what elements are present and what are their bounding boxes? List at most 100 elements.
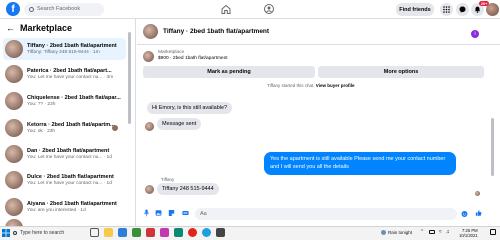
conversation-name: Paterica · 2bed 1bath flat/apart... (27, 68, 112, 74)
conversation-preview: You: Let me have your contact nu... · 1d (27, 181, 112, 186)
listing-thumbnail (5, 119, 23, 137)
conversation-name: Dulce · 2bed 1bath flat/apartment (27, 174, 114, 180)
conversation-item[interactable]: Dan · 2bed 1bath flat/apartment You: Let … (3, 143, 126, 165)
taskbar-app-icon[interactable] (174, 228, 183, 237)
taskbar-search-icon (13, 231, 17, 235)
conversation-name: Dan · 2bed 1bath flat/apartment (27, 148, 110, 154)
image-icon[interactable] (155, 209, 162, 217)
conversation-item[interactable]: Paterica · 2bed 1bath flat/apart... You: … (3, 63, 126, 85)
listing-thumbnail (5, 65, 23, 83)
view-buyer-profile-link[interactable]: View buyer profile (316, 83, 355, 88)
conversation-preview: You: ok · 23h (27, 129, 56, 134)
tray-chevron-icon[interactable]: ⌃ (420, 229, 424, 235)
weather-icon (381, 230, 386, 235)
listing-summary[interactable]: Marketplace $900 · 2bed 1bath flat/apart… (143, 50, 228, 62)
chat-started-notice: Tiffany started this chat. View buyer pr… (267, 83, 355, 88)
conversation-item[interactable]: Dulce · 2bed 1bath flat/apartment You: Le… (3, 169, 126, 191)
incoming-message: Message sent (157, 118, 202, 130)
messenger-icon (459, 6, 466, 13)
listing-thumbnail (5, 145, 23, 163)
groups-icon[interactable] (263, 3, 275, 15)
mark-as-pending-button[interactable]: Mark as pending (143, 66, 315, 78)
sender-avatar (145, 185, 154, 194)
conversation-item[interactable]: Tiffany · 2bed 1bath flat/apartment Tiffa… (3, 38, 126, 60)
weather-text[interactable]: Rain tonight (388, 230, 412, 235)
read-receipt-avatar (475, 191, 480, 196)
notifications-button[interactable]: 20+ (471, 1, 489, 16)
chat-scrollbar[interactable] (491, 80, 494, 198)
taskbar-app-icon[interactable] (216, 228, 225, 237)
conversation-item[interactable]: Ketorra · 2bed 1bath flat/apartm... You: … (3, 117, 126, 139)
info-icon[interactable]: i (471, 30, 479, 38)
message-input[interactable]: Aa (195, 208, 457, 220)
conversation-name: Aiyana · 2bed 1bath flat/apartment (27, 201, 117, 207)
taskbar-app-icon[interactable] (160, 228, 169, 237)
search-facebook-input[interactable]: Search Facebook (24, 2, 104, 16)
taskbar-search[interactable]: Type here to search (13, 228, 83, 238)
sender-avatar (145, 122, 154, 131)
listing-price: $900 · 2bed 1bath flat/apartment (158, 56, 228, 61)
clock-date[interactable]: 10/1/2021 (459, 233, 478, 238)
task-view-icon[interactable] (90, 228, 99, 237)
sender-name: Tiffany (161, 177, 175, 182)
volume-icon[interactable]: ♫ (446, 229, 450, 235)
find-friends-button[interactable]: Find friends (396, 3, 434, 16)
conversation-preview: You: Let me have your contact nu... · 1d (27, 155, 112, 160)
conversation-preview: You: Let me have your contact nu... · 3m (27, 75, 114, 80)
conversation-item[interactable]: Chiquelense · 2bed 1bath flat/apar... You… (3, 90, 126, 112)
outgoing-message: Yes the apartment is still available Ple… (264, 152, 456, 175)
listing-thumbnail (143, 50, 154, 62)
grid-menu-icon (443, 6, 450, 13)
incoming-message: Hi Emory, is this still available? (147, 102, 233, 114)
incoming-message: Tiffany 248 515-9444 (157, 183, 219, 195)
search-icon (29, 6, 34, 12)
home-icon[interactable] (220, 3, 232, 15)
conversation-name: Tiffany · 2bed 1bath flat/apartment (27, 43, 117, 49)
clock-time[interactable]: 7:25 PM (462, 228, 478, 233)
menu-button[interactable] (440, 3, 453, 16)
taskbar-search-placeholder: Type here to search (20, 230, 65, 236)
more-options-button[interactable]: More options (318, 66, 484, 78)
conversation-preview: You: are you interested · 1d (27, 208, 86, 213)
conversation-item[interactable] (3, 219, 126, 226)
message-thread: Tiffany started this chat. View buyer pr… (137, 80, 490, 202)
browser-icon[interactable] (202, 228, 211, 237)
chat-header: Tiffany · 2bed 1bath flat/apartment (137, 19, 500, 45)
windows-start-icon[interactable] (2, 229, 10, 237)
file-explorer-icon[interactable] (104, 228, 113, 237)
messenger-button[interactable] (456, 3, 469, 16)
svg-text:GIF: GIF (184, 213, 188, 215)
conversation-item[interactable]: Aiyana · 2bed 1bath flat/apartment You: a… (3, 196, 126, 218)
sticker-icon[interactable] (168, 209, 175, 217)
battery-icon[interactable] (429, 230, 435, 234)
bell-icon (474, 6, 481, 13)
back-arrow-icon[interactable]: ← (6, 23, 15, 33)
wifi-icon[interactable]: ≈ (439, 229, 442, 235)
taskbar-app-icon[interactable] (146, 228, 155, 237)
search-placeholder: Search Facebook (37, 6, 81, 12)
gif-icon[interactable]: GIF (182, 209, 189, 217)
sidebar-header: ← Marketplace (6, 23, 72, 33)
thumbs-up-icon[interactable] (475, 209, 482, 217)
notification-center-icon[interactable] (490, 229, 496, 235)
taskbar-app-icon[interactable] (132, 228, 141, 237)
conversation-preview: Tiffany: Tiffany 248 515-9444 · 1m (27, 50, 100, 55)
conversation-name: Ketorra · 2bed 1bath flat/apartm... (27, 122, 115, 128)
chat-title[interactable]: Tiffany · 2bed 1bath flat/apartment (163, 28, 269, 35)
microphone-icon[interactable] (143, 209, 150, 217)
conversation-name: Chiquelense · 2bed 1bath flat/apar... (27, 95, 121, 101)
seen-avatar (112, 125, 118, 131)
emoji-icon[interactable] (461, 210, 468, 218)
listing-thumbnail (5, 92, 23, 110)
listing-thumbnail (5, 40, 23, 58)
chat-listing-thumbnail[interactable] (143, 24, 158, 39)
conversation-preview: You: ?? · 23h (27, 102, 56, 107)
listing-thumbnail (5, 171, 23, 189)
facebook-logo[interactable]: f (6, 2, 20, 16)
listing-thumbnail (5, 198, 23, 216)
taskbar-app-icon[interactable] (188, 228, 197, 237)
page-title: Marketplace (20, 23, 73, 33)
account-avatar[interactable] (486, 3, 499, 16)
sidebar-scrollbar[interactable] (128, 32, 131, 124)
mail-app-icon[interactable] (118, 228, 127, 237)
